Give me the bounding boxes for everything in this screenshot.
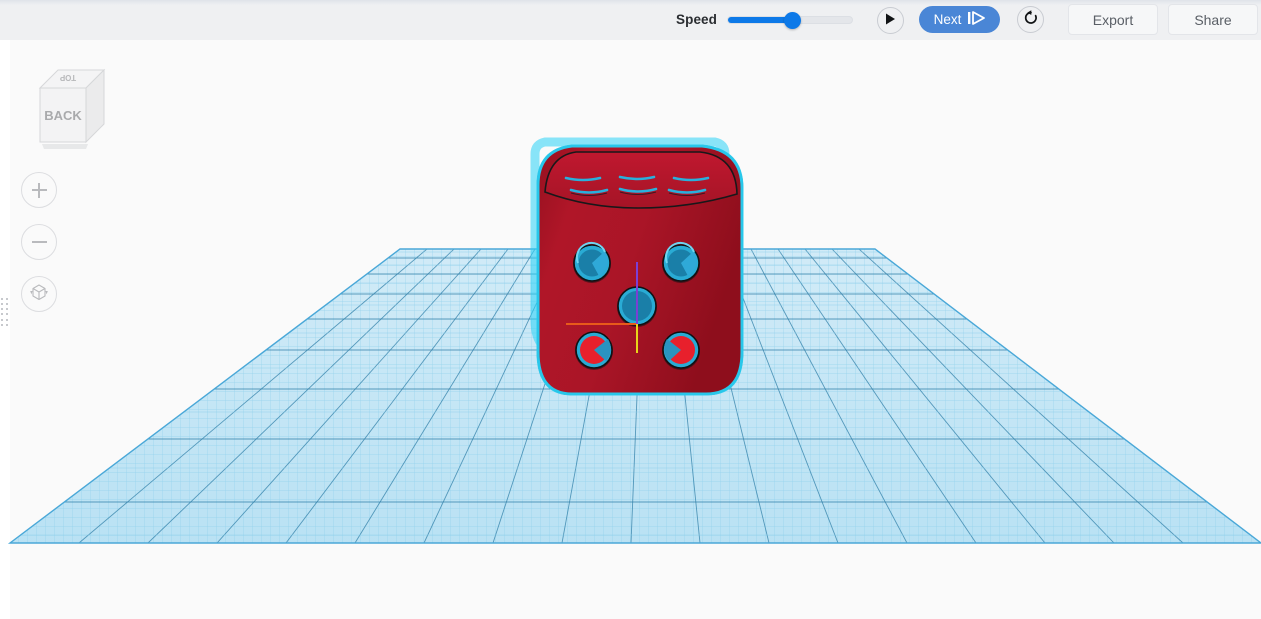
top-toolbar: Speed Next Export Share (0, 0, 1261, 40)
grip-dot (1, 303, 3, 306)
grip-dot (6, 303, 8, 306)
speed-slider-fill (728, 17, 793, 23)
zoom-in-button[interactable] (21, 172, 57, 208)
3d-scene (7, 137, 1261, 544)
reset-button[interactable] (1017, 6, 1044, 33)
speed-control-group: Speed (676, 9, 854, 31)
plus-icon (31, 182, 47, 198)
grip-dot (6, 308, 8, 311)
speed-slider-thumb[interactable] (783, 11, 801, 29)
view-cube-front-label: BACK (44, 108, 82, 123)
fit-to-view-cube-icon (28, 282, 50, 307)
step-forward-icon (967, 11, 986, 28)
zoom-out-button[interactable] (21, 224, 57, 260)
fit-view-button[interactable] (21, 276, 57, 312)
next-button[interactable]: Next (919, 6, 1000, 33)
play-icon (885, 13, 896, 28)
speed-slider[interactable] (727, 11, 854, 29)
play-button[interactable] (877, 7, 904, 34)
die-pip-bottom-left (575, 331, 613, 370)
app-root: Speed Next Export Share TOP BACK (0, 0, 1261, 619)
export-button[interactable]: Export (1068, 4, 1158, 35)
grip-dot (1, 298, 3, 300)
grip-dot (1, 308, 3, 311)
grip-dot (1, 318, 3, 321)
rotate-ccw-icon (1023, 10, 1039, 29)
share-button[interactable]: Share (1168, 4, 1258, 35)
view-cube-base-shadow (42, 144, 88, 149)
grip-dot (1, 323, 3, 326)
grip-dot (6, 313, 8, 316)
grip-dot (1, 313, 3, 316)
grip-dot (6, 298, 8, 300)
dice-model (530, 137, 744, 396)
view-cube-top-label: TOP (59, 73, 76, 82)
3d-viewport[interactable]: TOP BACK (0, 40, 1261, 619)
speed-label: Speed (676, 12, 718, 27)
minus-icon (31, 235, 47, 250)
next-button-label: Next (933, 11, 962, 27)
panel-resize-grip[interactable] (0, 298, 9, 328)
grip-dot (6, 318, 8, 321)
grip-dot (6, 323, 8, 326)
die-pip-bottom-right (662, 331, 700, 370)
view-cube[interactable]: TOP BACK (36, 66, 108, 154)
